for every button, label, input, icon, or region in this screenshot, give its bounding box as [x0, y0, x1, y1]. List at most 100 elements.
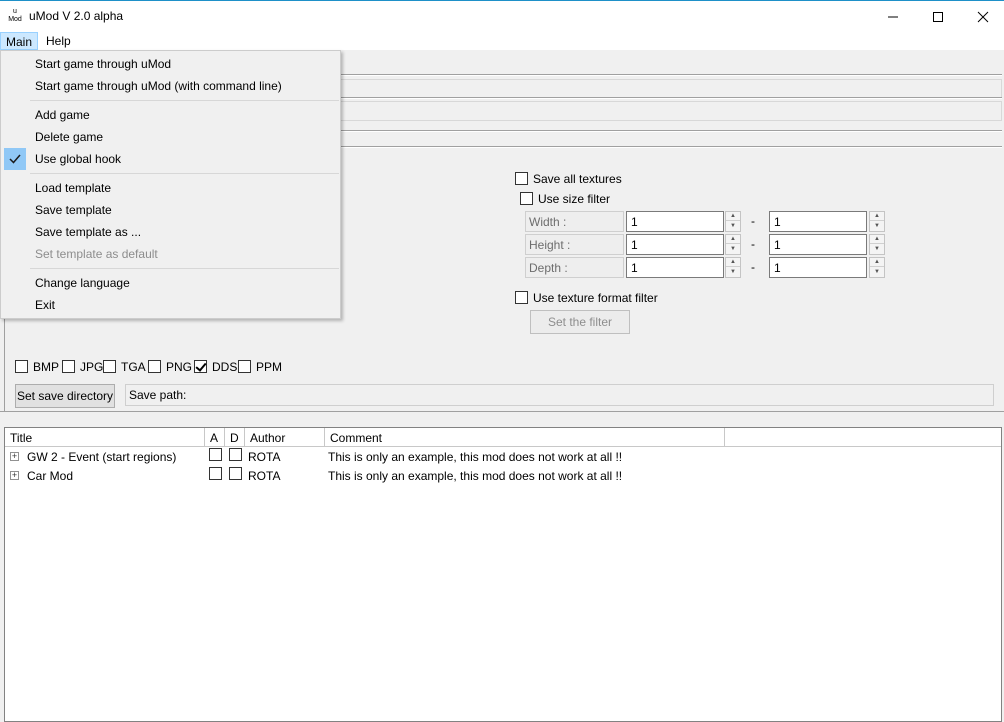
mod-d-checkbox[interactable] — [229, 448, 242, 461]
spin-up-icon[interactable]: ▲ — [870, 212, 884, 221]
bmp-checkbox[interactable] — [15, 360, 28, 373]
menu-item-load-template[interactable]: Load template — [3, 177, 339, 199]
window-title: uMod V 2.0 alpha — [29, 9, 124, 23]
spin-down-icon[interactable]: ▼ — [870, 268, 884, 277]
width-min-spinner[interactable]: ▲ ▼ — [725, 211, 741, 232]
spin-up-icon[interactable]: ▲ — [726, 212, 740, 221]
png-label: PNG — [166, 360, 193, 374]
table-row[interactable]: + Car Mod ROTA This is only an example, … — [5, 467, 1001, 486]
spin-down-icon[interactable]: ▼ — [726, 222, 740, 231]
divider — [340, 146, 1002, 148]
dds-checkbox[interactable] — [194, 360, 207, 373]
tga-checkbox[interactable] — [103, 360, 116, 373]
menu-item-start-game-cmd[interactable]: Start game through uMod (with command li… — [3, 75, 339, 97]
ppm-label: PPM — [256, 360, 283, 374]
menu-bar: Main Help — [0, 31, 1004, 50]
spin-down-icon[interactable]: ▼ — [726, 268, 740, 277]
menu-item-save-template[interactable]: Save template — [3, 199, 339, 221]
use-size-filter-label: Use size filter — [538, 192, 611, 206]
plus-expand-icon[interactable]: + — [10, 471, 19, 480]
width-max-input[interactable]: 1 — [769, 211, 867, 232]
mod-a-checkbox[interactable] — [209, 448, 222, 461]
menu-separator — [30, 100, 339, 101]
maximize-button[interactable] — [915, 2, 961, 31]
menu-item-save-template-as[interactable]: Save template as ... — [3, 221, 339, 243]
menu-main[interactable]: Main — [0, 32, 39, 50]
menu-item-start-game[interactable]: Start game through uMod — [3, 53, 339, 75]
column-header-filler — [725, 428, 1001, 447]
use-format-filter-checkbox[interactable] — [515, 291, 528, 304]
depth-max-spinner[interactable]: ▲ ▼ — [869, 257, 885, 278]
spin-down-icon[interactable]: ▼ — [870, 222, 884, 231]
panel-border — [0, 411, 1004, 412]
table-row[interactable]: + GW 2 - Event (start regions) ROTA This… — [5, 448, 1001, 467]
use-size-filter-checkbox[interactable] — [520, 192, 533, 205]
height-max-input[interactable]: 1 — [769, 234, 867, 255]
mod-comment: This is only an example, this mod does n… — [328, 469, 623, 483]
spin-up-icon[interactable]: ▲ — [726, 258, 740, 267]
bmp-label: BMP — [33, 360, 60, 374]
close-button[interactable] — [960, 2, 1004, 31]
spin-up-icon[interactable]: ▲ — [870, 235, 884, 244]
spin-down-icon[interactable]: ▼ — [726, 245, 740, 254]
depth-min-spinner[interactable]: ▲ ▼ — [725, 257, 741, 278]
column-header-author[interactable]: Author — [245, 428, 325, 447]
height-min-spinner[interactable]: ▲ ▼ — [725, 234, 741, 255]
menu-item-exit[interactable]: Exit — [3, 294, 339, 316]
title-bar: u Mod uMod V 2.0 alpha — [0, 0, 1004, 31]
dds-label: DDS — [212, 360, 238, 374]
save-all-textures-checkbox[interactable] — [515, 172, 528, 185]
use-format-filter-label: Use texture format filter — [533, 291, 658, 305]
column-header-d[interactable]: D — [225, 428, 245, 447]
spin-down-icon[interactable]: ▼ — [870, 245, 884, 254]
menu-item-set-template-default[interactable]: Set template as default — [3, 243, 339, 265]
column-header-comment[interactable]: Comment — [325, 428, 725, 447]
menu-item-add-game[interactable]: Add game — [3, 104, 339, 126]
app-icon-bottom: Mod — [8, 16, 22, 23]
width-max-spinner[interactable]: ▲ ▼ — [869, 211, 885, 232]
depth-min-input[interactable]: 1 — [626, 257, 724, 278]
ppm-checkbox[interactable] — [238, 360, 251, 373]
range-separator: - — [751, 260, 755, 274]
game-field — [340, 101, 1002, 121]
save-path-field: Save path: — [125, 384, 994, 406]
spin-up-icon[interactable]: ▲ — [870, 258, 884, 267]
menu-help[interactable]: Help — [41, 32, 76, 50]
minimize-icon — [888, 16, 898, 17]
menu-item-use-global-hook[interactable]: Use global hook — [3, 148, 339, 170]
tga-label: TGA — [121, 360, 146, 374]
depth-label: Depth : — [525, 257, 624, 278]
depth-max-input[interactable]: 1 — [769, 257, 867, 278]
menu-item-delete-game[interactable]: Delete game — [3, 126, 339, 148]
height-max-spinner[interactable]: ▲ ▼ — [869, 234, 885, 255]
mod-comment: This is only an example, this mod does n… — [328, 450, 623, 464]
range-separator: - — [751, 214, 755, 228]
mod-a-checkbox[interactable] — [209, 467, 222, 480]
menu-separator — [30, 268, 339, 269]
save-path-label: Save path: — [129, 388, 187, 402]
set-filter-button[interactable]: Set the filter — [530, 310, 630, 334]
png-checkbox[interactable] — [148, 360, 161, 373]
app-icon-top: u — [13, 8, 17, 15]
width-label: Width : — [525, 211, 624, 232]
mod-author: ROTA — [248, 469, 281, 483]
mod-title: Car Mod — [27, 469, 74, 483]
width-min-input[interactable]: 1 — [626, 211, 724, 232]
range-separator: - — [751, 237, 755, 251]
jpg-checkbox[interactable] — [62, 360, 75, 373]
main-menu-dropdown: Start game through uMod Start game throu… — [0, 50, 341, 319]
set-save-directory-button[interactable]: Set save directory — [15, 384, 115, 408]
game-field — [340, 79, 1002, 99]
close-icon — [977, 11, 989, 22]
column-header-title[interactable]: Title — [5, 428, 205, 447]
height-label: Height : — [525, 234, 624, 255]
menu-item-change-language[interactable]: Change language — [3, 272, 339, 294]
minimize-button[interactable] — [870, 2, 916, 31]
column-header-a[interactable]: A — [205, 428, 225, 447]
mod-d-checkbox[interactable] — [229, 467, 242, 480]
plus-expand-icon[interactable]: + — [10, 452, 19, 461]
spin-up-icon[interactable]: ▲ — [726, 235, 740, 244]
mod-list[interactable]: Title A D Author Comment + GW 2 - Event … — [4, 427, 1002, 722]
height-min-input[interactable]: 1 — [626, 234, 724, 255]
jpg-label: JPG — [80, 360, 104, 374]
